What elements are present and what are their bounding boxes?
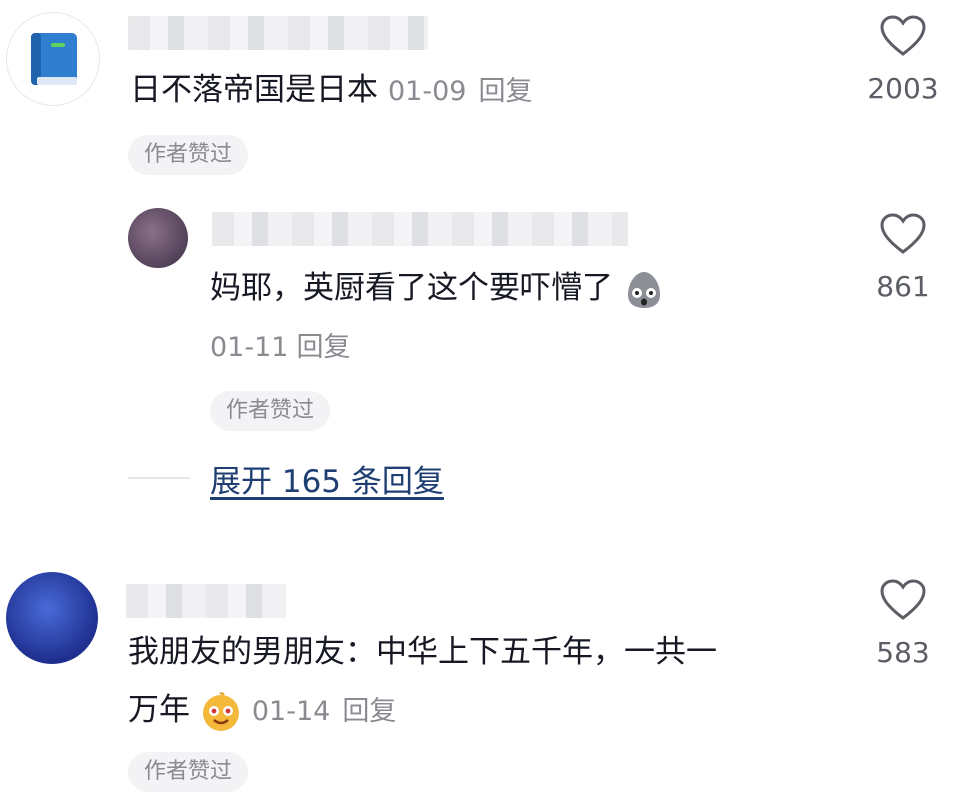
reply-button[interactable]: 回复: [478, 76, 532, 107]
like-button[interactable]: 861: [853, 212, 953, 303]
book-icon: [31, 33, 77, 85]
expand-replies-link[interactable]: 展开 165 条回复: [210, 456, 444, 501]
reply-button[interactable]: 回复: [342, 696, 396, 727]
comment-text: 我朋友的男朋友：中华上下五千年，一共一 万年 01-14 回复: [128, 630, 717, 734]
happy-emoji: [202, 691, 239, 731]
comment-date: 01-11: [210, 332, 289, 363]
avatar[interactable]: [6, 12, 100, 106]
like-count: 2003: [867, 72, 939, 105]
like-button[interactable]: 583: [853, 578, 953, 669]
comment-body-line2: 万年: [128, 692, 190, 728]
author-liked-badge: 作者赞过: [128, 752, 249, 792]
author-liked-badge: 作者赞过: [128, 135, 249, 175]
author-liked-badge: 作者赞过: [210, 391, 331, 431]
username-blurred[interactable]: [126, 584, 286, 618]
avatar[interactable]: [6, 572, 98, 664]
reply-button[interactable]: 回复: [296, 332, 350, 363]
comment-date: 01-09: [388, 76, 467, 107]
comment-text: 日不落帝国是日本 01-09 回复: [130, 68, 532, 114]
comment-body: 妈耶，英厨看了这个要吓懵了: [210, 270, 613, 306]
avatar[interactable]: [128, 208, 188, 268]
comment-date: 01-14: [251, 696, 331, 727]
heart-icon: [880, 15, 926, 56]
heart-icon: [880, 213, 926, 254]
comment-body: 日不落帝国是日本: [130, 72, 378, 108]
username-blurred[interactable]: [128, 16, 428, 50]
heart-icon: [880, 579, 926, 620]
like-button[interactable]: 2003: [853, 14, 953, 105]
comment-body-line1: 我朋友的男朋友：中华上下五千年，一共一: [128, 634, 717, 670]
like-count: 583: [876, 636, 930, 669]
comment-text: 妈耶，英厨看了这个要吓懵了: [210, 266, 665, 311]
like-count: 861: [876, 270, 930, 303]
comment-meta: 01-11 回复: [210, 328, 350, 368]
divider: [128, 477, 190, 479]
shocked-emoji: [627, 271, 660, 308]
username-blurred[interactable]: [212, 212, 628, 246]
